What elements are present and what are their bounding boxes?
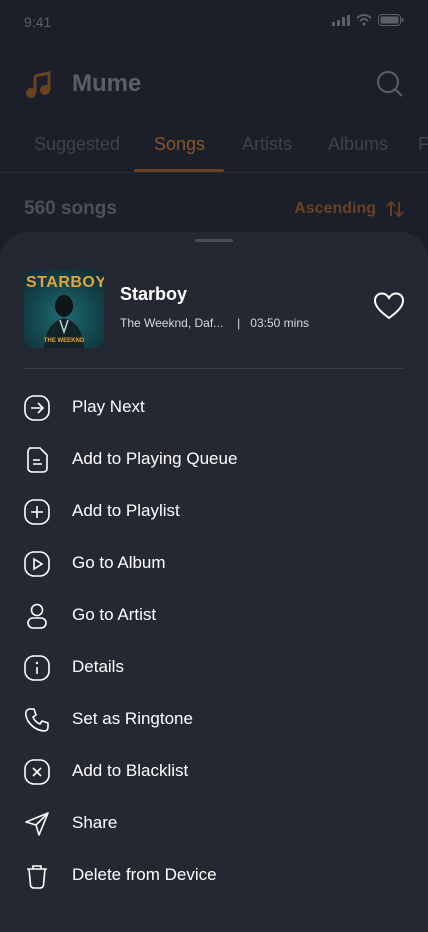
menu-item-add-to-playlist[interactable]: Add to Playlist [0, 486, 428, 538]
menu-label: Add to Playing Queue [72, 449, 238, 468]
tab-artists[interactable]: Artists [242, 134, 292, 155]
plus-circle-icon [24, 499, 50, 525]
user-icon [27, 603, 47, 629]
battery-icon [378, 14, 404, 26]
search-icon[interactable] [376, 70, 404, 98]
queue-document-icon [27, 447, 48, 473]
song-title: Starboy [120, 284, 188, 304]
sheet-drag-handle[interactable] [195, 239, 233, 242]
info-circle-icon [24, 655, 50, 681]
menu-item-play-next[interactable]: Play Next [0, 382, 428, 434]
menu-label: Add to Playlist [72, 501, 180, 520]
menu-label: Set as Ringtone [72, 709, 193, 728]
x-circle-icon [24, 759, 50, 785]
trash-icon [27, 865, 47, 889]
app-title: Mume [72, 70, 142, 97]
tab-albums[interactable]: Albums [328, 134, 388, 155]
status-time: 9:41 [24, 14, 52, 30]
menu-item-add-to-blacklist[interactable]: Add to Blacklist [0, 746, 428, 798]
send-icon [25, 812, 49, 836]
menu-item-go-to-artist[interactable]: Go to Artist [0, 590, 428, 642]
arrow-right-circle-icon [24, 395, 50, 421]
song-summary: STARBOY THE WEEKND Starboy The Weeknd, D… [24, 270, 404, 348]
active-tab-indicator [134, 169, 224, 172]
song-artist: The Weeknd, Daf... [120, 316, 224, 330]
app-header: Mume [0, 60, 428, 110]
song-duration: 03:50 mins [250, 316, 309, 330]
sort-button[interactable]: Ascending [294, 200, 404, 218]
sort-label: Ascending [294, 200, 376, 217]
heart-icon[interactable] [374, 292, 404, 320]
menu-label: Go to Artist [72, 605, 157, 624]
play-circle-icon [24, 551, 50, 577]
wifi-icon [356, 14, 372, 26]
menu-label: Add to Blacklist [72, 761, 189, 780]
song-count: 560 songs [24, 198, 117, 219]
menu-label: Delete from Device [72, 865, 217, 884]
menu-label: Go to Album [72, 553, 166, 572]
sort-arrows-icon [386, 200, 404, 218]
sheet-divider [24, 368, 404, 369]
song-meta: The Weeknd, Daf... | 03:50 mins [120, 316, 309, 330]
menu-label: Share [72, 813, 118, 832]
song-options-sheet: STARBOY THE WEEKND Starboy The Weeknd, D… [0, 232, 428, 932]
menu-item-share[interactable]: Share [0, 798, 428, 850]
menu-label: Details [72, 657, 124, 676]
tab-songs[interactable]: Songs [154, 134, 205, 155]
options-menu: Play Next Add to Playing Queue Add to Pl… [0, 382, 428, 902]
cover-subtitle: THE WEEKND [43, 338, 85, 344]
menu-item-delete-from-device[interactable]: Delete from Device [0, 850, 428, 902]
signal-icon [332, 14, 350, 26]
menu-item-add-to-playing-queue[interactable]: Add to Playing Queue [0, 434, 428, 486]
tab-bar: Suggested Songs Artists Albums F [0, 128, 428, 173]
tab-folders[interactable]: F [418, 134, 428, 155]
menu-label: Play Next [72, 397, 145, 416]
cover-title: STARBOY [26, 274, 104, 291]
meta-separator: | [237, 316, 241, 330]
menu-item-set-as-ringtone[interactable]: Set as Ringtone [0, 694, 428, 746]
status-icons [332, 14, 404, 26]
phone-icon [24, 708, 49, 732]
album-cover: STARBOY THE WEEKND [24, 270, 104, 348]
menu-item-details[interactable]: Details [0, 642, 428, 694]
menu-item-go-to-album[interactable]: Go to Album [0, 538, 428, 590]
tab-suggested[interactable]: Suggested [34, 134, 120, 155]
music-note-icon [26, 71, 51, 98]
status-bar: 9:41 [0, 0, 428, 44]
